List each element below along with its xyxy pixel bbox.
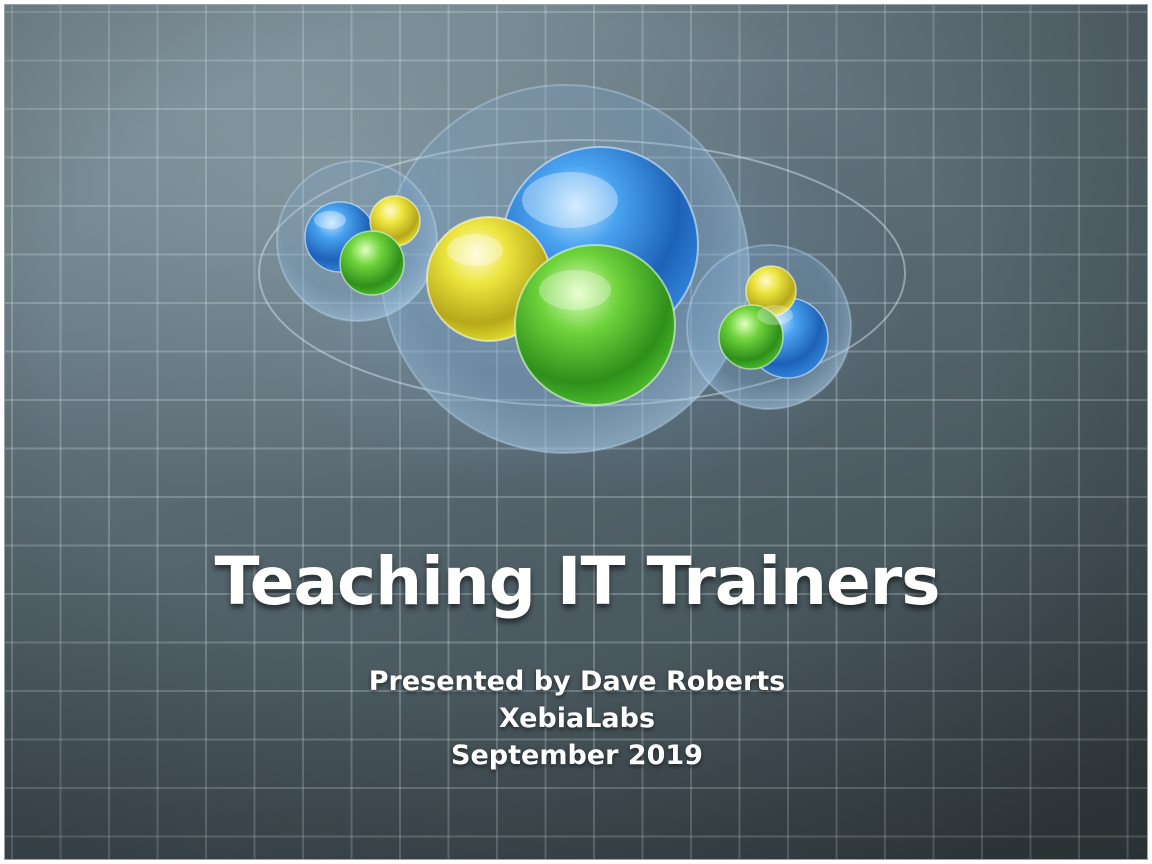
slide: Teaching IT Trainers Presented by Dave R… xyxy=(4,4,1148,860)
glass-spheres-icon xyxy=(251,84,911,495)
date-line: September 2019 xyxy=(451,740,703,771)
presenter-line: Presented by Dave Roberts xyxy=(368,666,786,697)
slide-subtitle: Presented by Dave Roberts XebiaLabs Sept… xyxy=(5,663,1147,774)
company-line: XebiaLabs xyxy=(498,703,656,734)
slide-title: Teaching IT Trainers xyxy=(214,543,940,620)
